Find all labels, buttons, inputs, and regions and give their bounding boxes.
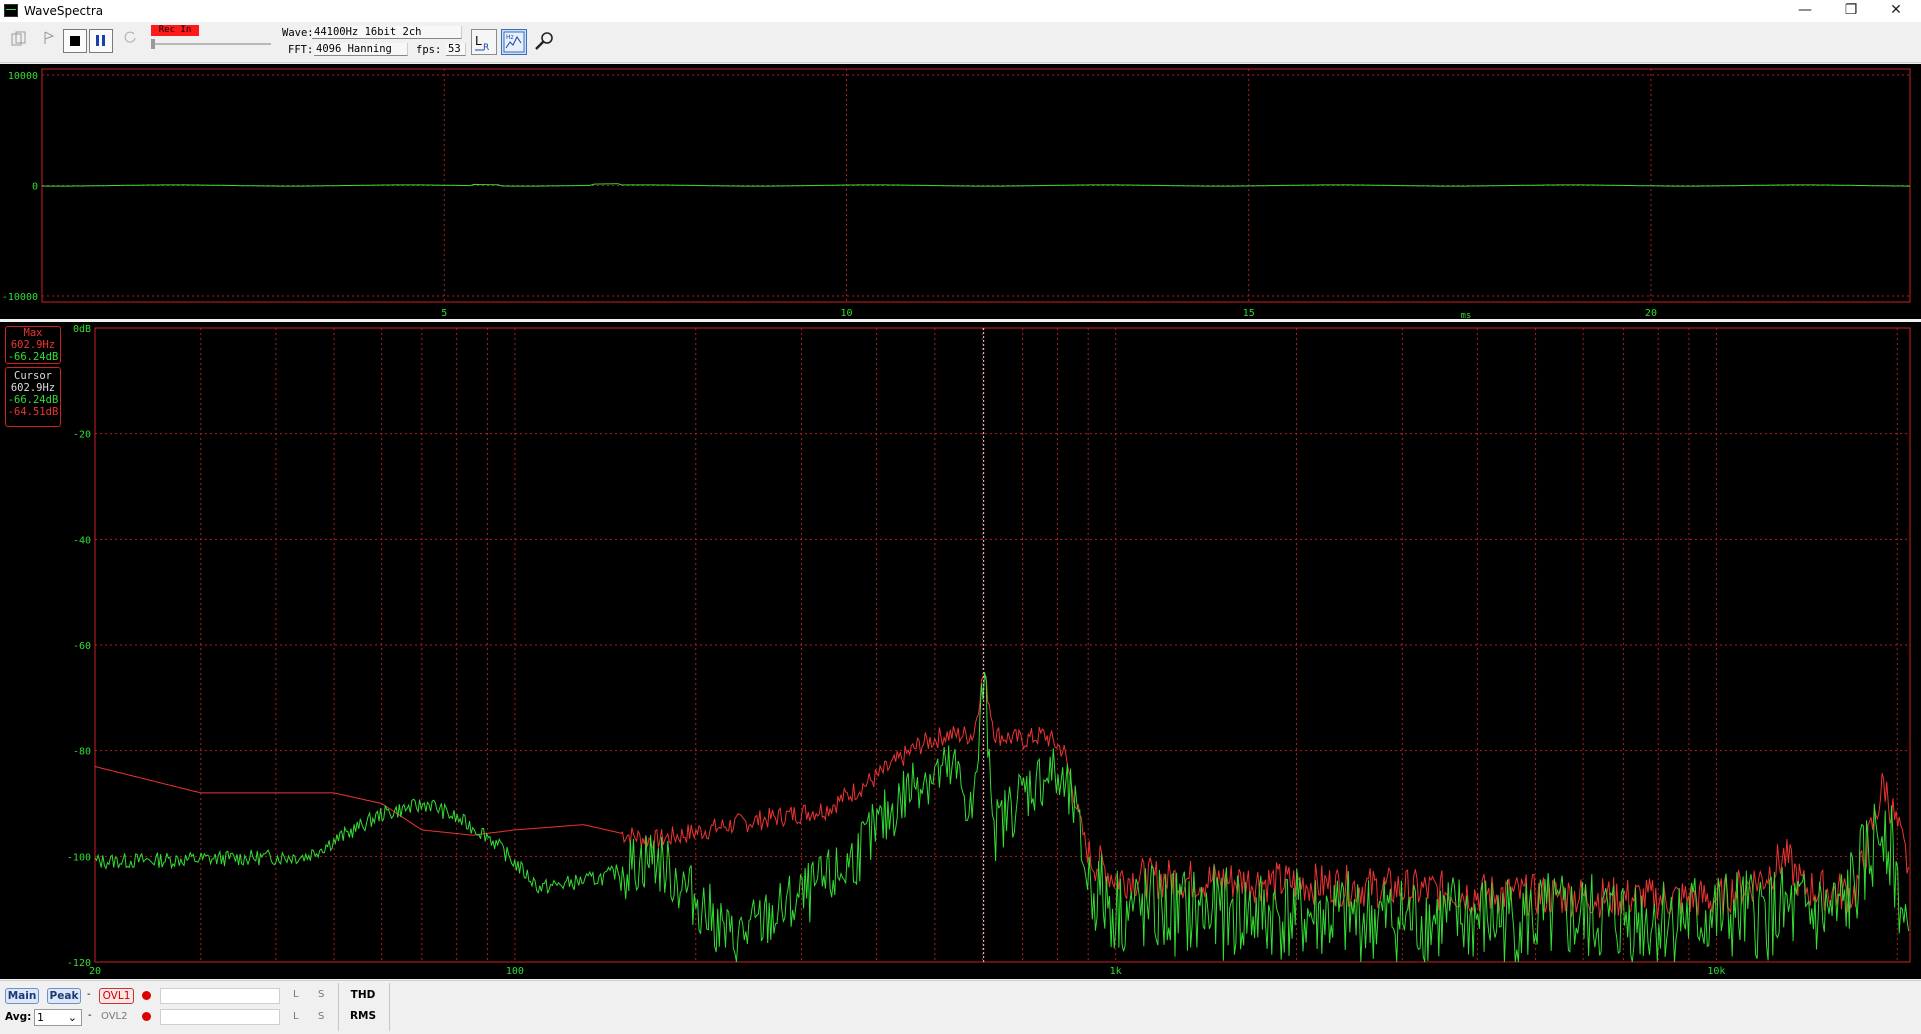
left-channel-trace — [94, 672, 1910, 963]
ovl1-left-toggle[interactable]: L — [293, 989, 299, 1000]
spec-x-tick-label: 10k — [1707, 966, 1725, 977]
stop-button[interactable] — [63, 29, 87, 53]
spec-plot-frame — [94, 327, 1911, 963]
right-channel-trace — [94, 674, 1910, 919]
pause-button[interactable] — [89, 29, 113, 53]
title-bar: WaveSpectra — ❐ ✕ — [0, 0, 1921, 22]
max-frequency: 602.9Hz — [10, 339, 56, 351]
chevron-down-icon: ⌄ — [67, 1011, 77, 1024]
ovl1-record-icon[interactable] — [142, 991, 151, 1000]
wave-x-tick-label: 20 — [1645, 308, 1657, 319]
cursor-frequency: 602.9Hz — [10, 382, 56, 394]
ovl2-record-icon[interactable] — [142, 1012, 151, 1021]
toolbar: Rec In Wave: 44100Hz 16bit 2ch FFT: 4096… — [0, 22, 1921, 63]
bottom-control-bar: Main Peak - OVL1 L S Avg: 1 ⌄ - OVL2 L S… — [0, 980, 1921, 1034]
spec-y-tick-label: -120 — [67, 958, 91, 969]
avg-value: 1 — [37, 1011, 44, 1024]
channel-select-button[interactable]: LR — [471, 29, 497, 55]
spec-x-tick-label: 1k — [1110, 966, 1122, 977]
thd-button[interactable]: THD — [346, 988, 380, 1004]
spec-y-tick-label: -40 — [73, 535, 91, 546]
ovl1-button[interactable]: OVL1 — [99, 988, 134, 1004]
peak-button[interactable]: Peak — [47, 988, 81, 1004]
spec-y-tick-label: -20 — [73, 430, 91, 441]
stop-icon — [70, 36, 80, 46]
spectrum-settings-icon: Hz — [503, 31, 525, 53]
wave-x-tick-label: 5 — [441, 308, 447, 319]
lr-channel-icon: LR — [475, 34, 489, 53]
cursor-level-left: -66.24dB — [7, 394, 59, 406]
app-icon — [4, 4, 18, 17]
fps-value: 53 — [446, 43, 466, 56]
cursor-level-right: -64.51dB — [7, 406, 59, 418]
wave-label: Wave: — [282, 27, 314, 39]
svg-text:Hz: Hz — [506, 34, 514, 41]
waveform-graph: 5 10 15 20 ms 10000 0 -10000 — [2, 68, 1911, 319]
spec-y-tick-label: 0dB — [73, 324, 91, 335]
rec-in-indicator: Rec In — [151, 25, 199, 36]
avg-label: Avg: — [5, 1011, 32, 1023]
separator-dash-2: - — [88, 1010, 92, 1021]
open-file-button[interactable] — [8, 30, 30, 52]
window-title: WaveSpectra — [24, 4, 104, 18]
wave-x-unit: ms — [1461, 311, 1472, 319]
fps-label: fps: — [416, 44, 442, 56]
pause-icon — [96, 35, 105, 46]
ovl2-left-toggle[interactable]: L — [293, 1011, 299, 1022]
spec-y-tick-label: -80 — [73, 747, 91, 758]
spec-x-tick-label: 100 — [506, 966, 524, 977]
wrench-icon — [535, 32, 553, 50]
play-icon — [44, 31, 55, 44]
wave-y-tick-label: 10000 — [8, 71, 38, 82]
wave-x-tick-label: 15 — [1243, 308, 1255, 319]
refresh-button[interactable] — [119, 30, 141, 52]
cursor-title: Cursor — [14, 370, 52, 382]
avg-select[interactable]: 1 ⌄ — [34, 1009, 82, 1026]
refresh-icon — [124, 31, 136, 43]
play-button[interactable] — [38, 30, 60, 52]
svg-text:R: R — [483, 43, 489, 53]
ovl1-name-field[interactable] — [160, 988, 280, 1004]
fft-setting-value: 4096 Hanning — [314, 43, 408, 56]
bottom-divider-2 — [389, 983, 390, 1031]
svg-text:L: L — [475, 34, 482, 48]
rms-button[interactable]: RMS — [346, 1009, 380, 1025]
spec-y-tick-label: -100 — [67, 852, 91, 863]
wave-format-value: 44100Hz 16bit 2ch — [312, 26, 462, 39]
spectrum-mode-button[interactable]: Hz — [501, 29, 527, 55]
separator-dash-1: - — [87, 989, 91, 1000]
spec-x-tick-label: 20 — [89, 966, 101, 977]
max-title: Max — [23, 327, 43, 339]
close-button[interactable]: ✕ — [1873, 0, 1919, 22]
cursor-info-box: Cursor 602.9Hz -66.24dB -64.51dB — [5, 367, 61, 427]
spectrum-panel[interactable]: 0dB -20 -40 -60 -80 -100 -120 20 100 1k 10k Max 60… — [0, 322, 1921, 979]
fft-label: FFT: — [288, 44, 314, 56]
open-file-icon — [11, 31, 26, 46]
max-info-box: Max 602.9Hz -66.24dB — [5, 326, 61, 364]
waveform-trace — [41, 183, 1910, 187]
spectrum-graph: 0dB -20 -40 -60 -80 -100 -12020 100 1k 10k — [67, 324, 1911, 977]
ovl1-save-toggle[interactable]: S — [318, 989, 324, 1000]
position-slider-thumb[interactable] — [151, 39, 155, 49]
ovl2-name-field[interactable] — [160, 1009, 280, 1025]
position-slider-track[interactable] — [151, 43, 271, 45]
restore-button[interactable]: ❐ — [1828, 0, 1874, 22]
ovl2-button[interactable]: OVL2 — [101, 1011, 127, 1022]
waveform-panel[interactable]: 5 10 15 20 ms 10000 0 -10000 — [0, 64, 1921, 319]
spec-y-tick-label: -60 — [73, 641, 91, 652]
wave-x-tick-label: 10 — [840, 308, 852, 319]
main-button[interactable]: Main — [5, 988, 39, 1004]
minimize-button[interactable]: — — [1782, 0, 1828, 22]
ovl2-save-toggle[interactable]: S — [318, 1011, 324, 1022]
wave-y-tick-label: -10000 — [2, 292, 38, 303]
settings-button[interactable] — [531, 29, 557, 55]
max-level: -66.24dB — [7, 351, 59, 363]
wave-y-tick-label: 0 — [32, 182, 38, 193]
bottom-divider-1 — [338, 983, 339, 1031]
